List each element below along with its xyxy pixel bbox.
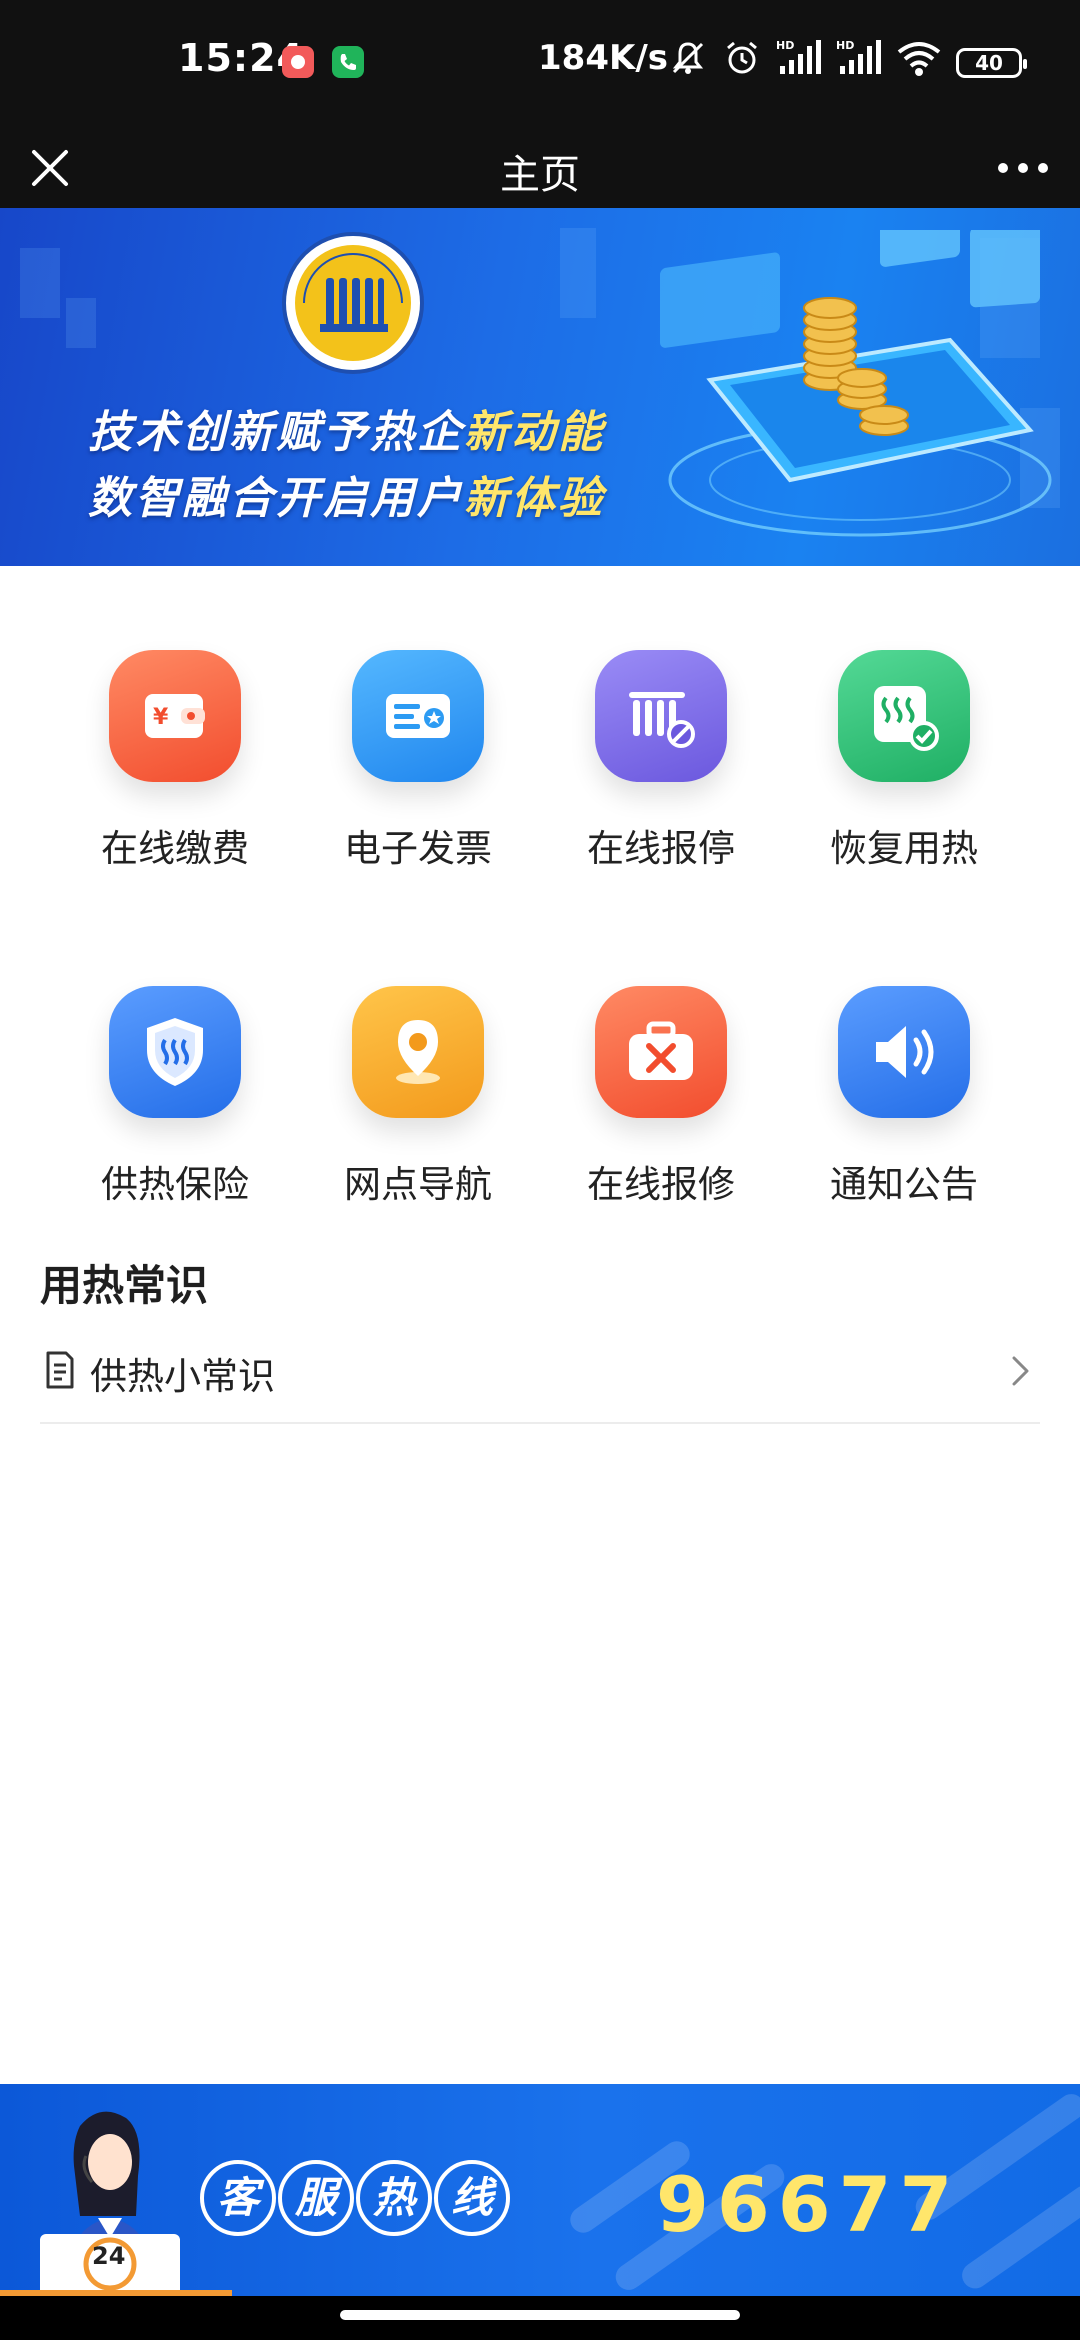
signal-hd-1-icon: HD	[776, 39, 821, 74]
invoice-icon	[352, 650, 484, 782]
service-label: 在线报修	[587, 1163, 735, 1206]
banner-slogan-1: 技术创新赋予热企新动能	[88, 396, 605, 460]
document-icon	[46, 1351, 74, 1389]
service-label: 电子发票	[344, 827, 492, 870]
more-icon[interactable]	[996, 150, 1050, 186]
service-label: 通知公告	[830, 1163, 978, 1206]
status-icons: HD HD	[668, 38, 942, 78]
banner-slogan-1-highlight: 新动能	[464, 407, 605, 458]
network-speed: 184K/s	[538, 38, 668, 78]
service-label: 恢复用热	[830, 827, 978, 870]
hotline-char: 热	[356, 2160, 432, 2236]
mute-icon	[672, 42, 704, 74]
alarm-icon	[727, 41, 757, 74]
banner-slogan-2: 数智融合开启用户新体验	[88, 462, 605, 526]
phone-coins-illustration	[660, 230, 1052, 537]
wallet-icon: ¥	[109, 650, 241, 782]
service-label: 网点导航	[344, 1163, 492, 1206]
speaker-icon	[838, 986, 970, 1118]
service-label: 在线缴费	[101, 827, 249, 870]
hotline-24-badge: 24	[92, 2242, 126, 2270]
section-title: 用热常识	[40, 1261, 209, 1310]
list-item-heating-tips[interactable]: 供热小常识	[40, 1326, 1040, 1424]
hotline-title: 客 服 热 线	[200, 2160, 510, 2236]
hotline-number[interactable]: 96677	[656, 2160, 960, 2249]
service-label: 在线报停	[587, 827, 735, 870]
banner-slogan-2-highlight: 新体验	[464, 473, 605, 524]
customer-service-hotline[interactable]: 24 客 服 热 线 96677	[0, 2084, 1080, 2296]
svg-text:HD: HD	[776, 39, 794, 52]
hotline-char: 线	[434, 2160, 510, 2236]
hotline-char: 服	[278, 2160, 354, 2236]
company-logo	[282, 232, 424, 374]
banner-slogan-2-text: 数智融合开启用户	[88, 473, 464, 524]
location-pin-icon	[352, 986, 484, 1118]
battery-icon: 40	[956, 48, 1027, 78]
wifi-icon	[897, 42, 941, 76]
record-icon	[282, 46, 314, 78]
chevron-right-icon	[1012, 1356, 1029, 1386]
nav-bar: 主页	[0, 126, 1080, 208]
page-title: 主页	[500, 152, 580, 198]
call-icon	[332, 46, 364, 78]
banner-slogan-1-text: 技术创新赋予热企	[88, 407, 464, 458]
signal-hd-2-icon: HD	[836, 39, 881, 74]
system-gesture-bar	[0, 2296, 1080, 2340]
service-label: 供热保险	[101, 1163, 249, 1206]
shield-icon	[109, 986, 241, 1118]
home-indicator[interactable]	[340, 2310, 740, 2320]
svg-text:¥: ¥	[153, 705, 169, 730]
status-bar: 15:24 184K/s HD HD 40	[0, 0, 1080, 126]
radiator-stop-icon	[595, 650, 727, 782]
heat-resume-icon	[838, 650, 970, 782]
hotline-char: 客	[200, 2160, 276, 2236]
list-item-label: 供热小常识	[90, 1355, 275, 1398]
toolbox-icon	[595, 986, 727, 1118]
svg-text:HD: HD	[836, 39, 854, 52]
